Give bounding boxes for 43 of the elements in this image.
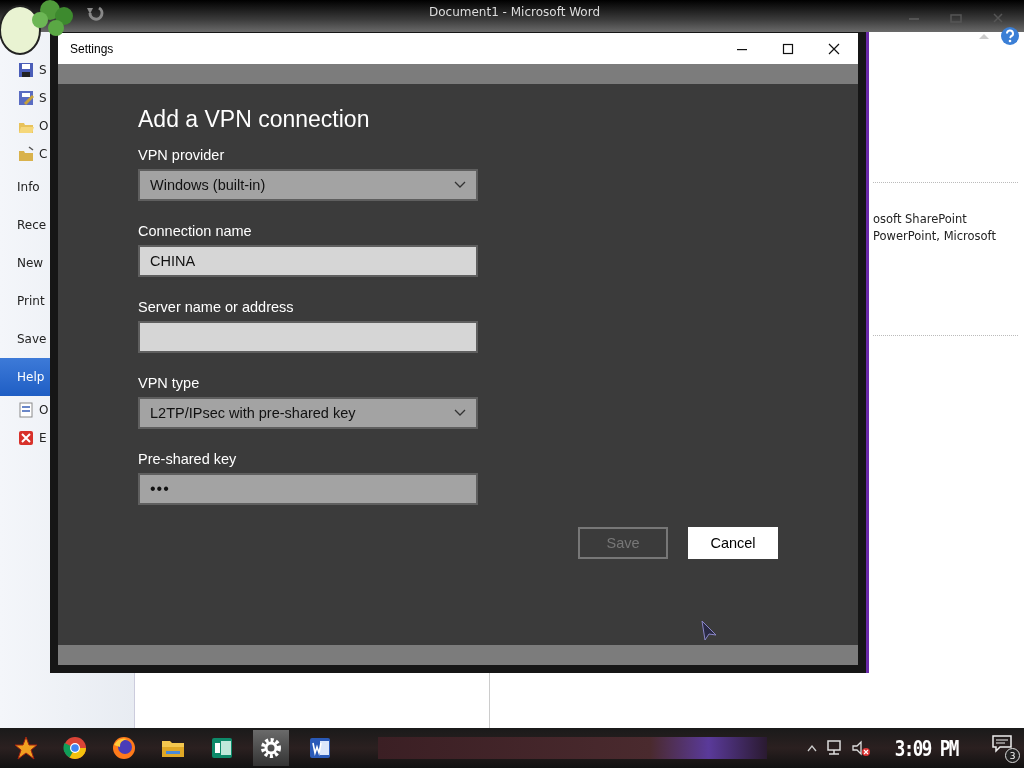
cancel-button[interactable]: Cancel [688,527,778,559]
password-field[interactable]: ••• [138,473,478,505]
clock[interactable]: 3:09 PM [895,735,959,761]
field-label: Server name or address [138,299,295,315]
publisher-icon[interactable] [209,735,235,761]
window-title: Settings [70,41,115,56]
document-icon[interactable] [18,402,34,418]
menu-item[interactable]: C [0,140,134,168]
menu-item[interactable]: E [0,424,134,452]
body-text: PowerPoint, Microsoft [873,228,997,245]
notification-badge: 3 [1005,748,1020,763]
help-icon[interactable] [1000,26,1020,46]
muted-speaker-icon[interactable] [851,740,872,756]
chevron-down-icon [454,409,466,417]
window-title: Document1 - Microsoft Word [429,5,601,19]
field-label: VPN type [138,375,201,391]
fox-globe-icon[interactable] [111,735,137,761]
input-field[interactable]: CHINA [138,245,478,277]
body-text: osoft SharePoint [873,211,968,228]
word-icon[interactable] [307,735,333,761]
message-icon[interactable] [992,735,1012,753]
disk-pencil-icon[interactable] [18,90,34,106]
dropdown[interactable]: Windows (built-in) [138,169,478,201]
field-label: Pre-shared key [138,451,238,467]
cursor-icon [700,619,718,641]
input-field[interactable] [138,321,478,353]
menu-item[interactable]: O [0,112,134,140]
menu-item[interactable]: O [0,396,134,424]
page-heading: Add a VPN connection [138,106,371,133]
field-label: Connection name [138,223,253,239]
chrome-icon[interactable] [62,735,88,761]
star-burst-icon[interactable] [13,735,39,761]
field-label: VPN provider [138,147,226,163]
undo-icon[interactable] [84,4,106,22]
network-icon[interactable] [825,740,844,756]
gear-icon[interactable] [258,735,284,761]
caret-up-icon[interactable] [807,744,818,752]
dropdown[interactable]: L2TP/IPsec with pre-shared key [138,397,478,429]
menu-item[interactable]: S [0,84,134,112]
close-icon[interactable] [828,42,840,55]
menu-item[interactable]: S [0,56,134,84]
chevron-down-icon [454,181,466,189]
maximize-icon[interactable] [782,42,794,55]
